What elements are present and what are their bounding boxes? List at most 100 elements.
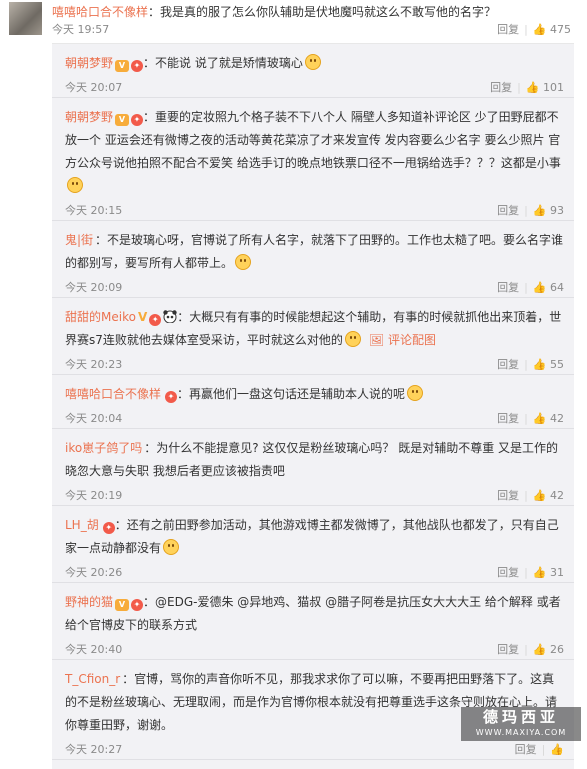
thumbs-up-icon[interactable]: 👍 — [533, 566, 547, 579]
fire-badge-icon: ✦ — [131, 60, 144, 72]
divider: | — [524, 412, 528, 425]
reply-button[interactable]: 回复 — [497, 643, 519, 656]
main-comment-footer: 今天 19:57 回复 | 👍 475 — [52, 21, 571, 39]
reply-body: ：不能说 说了就是矫情玻璃心 — [143, 56, 303, 70]
reply-button[interactable]: 回复 — [497, 489, 519, 502]
thumbs-up-icon[interactable]: 👍 — [533, 23, 547, 36]
reply-item: 野神的猫 V ✦ ：@EDG-爱德朱 @异地鸡、猫叔 @腊子阿卷是抗压女大大大王 给个… — [52, 583, 574, 660]
reply-text: iko崽子鸽了吗 ：为什么不能提意见? 这仅仅是粉丝玻璃心吗？ 既是对辅助不尊重 … — [65, 437, 564, 483]
watermark-url: WWW.MAXIYA.COM — [475, 728, 567, 737]
reply-text: 甜甜的Meiko V ✦ ：大概只有有事的时候能想起这个辅助，有事的时候就抓他出来顶着… — [65, 306, 564, 352]
user-badges: V ✦ — [138, 306, 177, 329]
site-watermark: 德玛西亚 WWW.MAXIYA.COM — [461, 707, 581, 741]
reply-footer: 今天 20:26 回复 | 👍 31 — [65, 564, 564, 582]
reply-button[interactable]: 回复 — [497, 358, 519, 371]
thumbs-up-icon[interactable]: 👍 — [533, 281, 547, 294]
like-count: 26 — [550, 643, 564, 656]
reply-actions: 回复 | 👍 55 — [497, 356, 564, 374]
panda-icon — [163, 310, 177, 323]
reply-item: 鬼|街 ：不是玻璃心呀，官博说了所有人名字，就落下了田野的。工作也太糙了吧。要么名… — [52, 221, 574, 298]
comment-image-link[interactable]: 🖼 评论配图 — [369, 333, 436, 347]
reply-username[interactable]: T_Cfion_r — [65, 672, 120, 686]
reply-button[interactable]: 回复 — [497, 412, 519, 425]
like-count: 42 — [550, 489, 564, 502]
divider: | — [524, 204, 528, 217]
reply-text: LH_胡 ✦ ：还有之前田野参加活动，其他游戏博主都发微博了，其他战队也都发了，只有… — [65, 514, 564, 560]
thumbs-up-icon[interactable]: 👍 — [533, 489, 547, 502]
reply-actions: 回复 | 👍 — [515, 741, 564, 759]
reply-actions: 回复 | 👍 42 — [497, 410, 564, 428]
divider: | — [524, 643, 528, 656]
reply-item: 朝朝梦野 V ✦ ：重要的定妆照九个格子装不下八个人 隔壁人多知道补评论区 少了田野屁… — [52, 98, 574, 221]
reply-button[interactable]: 回复 — [490, 81, 512, 94]
divider: | — [541, 743, 546, 756]
reply-footer: 今天 20:40 回复 | 👍 26 — [65, 641, 564, 659]
reply-button[interactable]: 回复 — [497, 204, 519, 217]
reply-username[interactable]: 嘻嘻哈口合不像样 — [65, 387, 161, 401]
reply-item: 嘻嘻哈口合不像样 ✦ ：再赢他们一盘这句话还是辅助本人说的呢 今天 20:04 回复 | 👍… — [52, 375, 574, 429]
main-comment-body: ：我是真的服了怎么你队辅助是伏地魔吗就这么不敢写他的名字？ — [148, 5, 497, 19]
user-badges: ✦ — [163, 383, 178, 406]
divider: | — [517, 81, 521, 94]
fire-badge-icon: ✦ — [165, 391, 178, 403]
reply-actions: 回复 | 👍 64 — [497, 279, 564, 297]
reply-body: ：再赢他们一盘这句话还是辅助本人说的呢 — [177, 387, 406, 401]
reply-text: 鬼|街 ：不是玻璃心呀，官博说了所有人名字，就落下了田野的。工作也太糙了吧。要么名… — [65, 229, 564, 275]
verified-v-icon: V — [137, 310, 148, 324]
reply-username[interactable]: LH_胡 — [65, 518, 99, 532]
reply-time: 今天 20:27 — [65, 743, 123, 756]
divider: | — [524, 23, 528, 36]
reply-username[interactable]: 朝朝梦野 — [65, 56, 113, 70]
thumbs-up-icon[interactable]: 👍 — [550, 743, 564, 756]
reply-item: iko崽子鸽了吗 ：为什么不能提意见? 这仅仅是粉丝玻璃心吗？ 既是对辅助不尊重 … — [52, 429, 574, 506]
fire-badge-icon: ✦ — [131, 114, 144, 126]
reply-username[interactable]: iko崽子鸽了吗 — [65, 441, 142, 455]
main-comment-username[interactable]: 嘻嘻哈口合不像样 — [52, 5, 148, 19]
avatar[interactable] — [9, 2, 42, 35]
reply-item: LH_胡 ✦ ：还有之前田野参加活动，其他游戏博主都发微博了，其他战队也都发了，只有… — [52, 506, 574, 583]
main-comment: 嘻嘻哈口合不像样：我是真的服了怎么你队辅助是伏地魔吗就这么不敢写他的名字？ 今天… — [0, 0, 587, 42]
vip-badge-icon: V — [115, 60, 130, 72]
reply-time: 今天 20:15 — [65, 204, 123, 217]
reply-time: 今天 20:07 — [65, 81, 123, 94]
thumbs-up-icon[interactable]: 👍 — [533, 204, 547, 217]
thumbs-up-icon[interactable]: 👍 — [526, 81, 540, 94]
reply-list: 朝朝梦野 V ✦ ：不能说 说了就是矫情玻璃心 今天 20:07 回复 | 👍 101 朝朝梦野… — [52, 43, 574, 769]
smile-emoji — [344, 331, 361, 347]
reply-time: 今天 20:40 — [65, 643, 123, 656]
reply-actions: 回复 | 👍 93 — [497, 202, 564, 220]
fire-badge-icon: ✦ — [149, 314, 162, 326]
vip-badge-icon: V — [115, 114, 130, 126]
fire-badge-icon: ✦ — [102, 522, 115, 534]
reply-footer: 今天 20:04 回复 | 👍 42 — [65, 410, 564, 428]
like-count: 55 — [550, 358, 564, 371]
reply-text: 朝朝梦野 V ✦ ：不能说 说了就是矫情玻璃心 — [65, 52, 564, 75]
reply-footer: 今天 20:15 回复 | 👍 93 — [65, 202, 564, 220]
reply-username[interactable]: 鬼|街 — [65, 233, 93, 247]
thumbs-up-icon[interactable]: 👍 — [533, 412, 547, 425]
watermark-title: 德玛西亚 — [482, 708, 559, 726]
reply-username[interactable]: 朝朝梦野 — [65, 110, 113, 124]
reply-button[interactable]: 回复 — [497, 23, 519, 36]
divider: | — [524, 566, 528, 579]
reply-button[interactable]: 回复 — [497, 281, 519, 294]
thumbs-up-icon[interactable]: 👍 — [533, 643, 547, 656]
reply-username[interactable]: 野神的猫 — [65, 595, 113, 609]
reply-item: 甜甜的Meiko V ✦ ：大概只有有事的时候能想起这个辅助，有事的时候就抓他出来顶着… — [52, 298, 574, 375]
user-badges: V ✦ — [115, 106, 144, 129]
fire-badge-icon: ✦ — [131, 599, 144, 611]
like-count: 64 — [550, 281, 564, 294]
divider: | — [524, 358, 528, 371]
reply-item: 朝朝梦野 V ✦ ：不能说 说了就是矫情玻璃心 今天 20:07 回复 | 👍 101 — [52, 44, 574, 98]
reply-button[interactable]: 回复 — [515, 743, 537, 756]
reply-body: ：不是玻璃心呀，官博说了所有人名字，就落下了田野的。工作也太糙了吧。要么名字谁的… — [65, 233, 564, 270]
comment-actions: 回复 | 👍 475 — [497, 21, 571, 39]
thinking-emoji — [163, 539, 180, 555]
reply-button[interactable]: 回复 — [497, 566, 519, 579]
reply-footer: 今天 20:09 回复 | 👍 64 — [65, 279, 564, 297]
reply-time: 今天 20:19 — [65, 489, 123, 502]
reply-footer: 今天 20:19 回复 | 👍 42 — [65, 487, 564, 505]
thinking-emoji — [304, 54, 321, 70]
thumbs-up-icon[interactable]: 👍 — [533, 358, 547, 371]
reply-username[interactable]: 甜甜的Meiko — [65, 310, 136, 324]
